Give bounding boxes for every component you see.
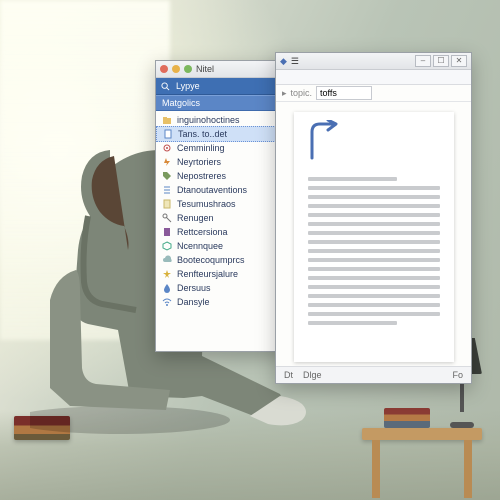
menubar[interactable]: [276, 70, 471, 85]
doc-icon: [163, 129, 173, 139]
key-icon: [162, 213, 172, 223]
list-item[interactable]: Tans. to..det: [156, 126, 286, 142]
file-explorer-window[interactable]: Nitel Lypye Matgolics inguinohoctines Tans…: [155, 60, 287, 352]
path-bar[interactable]: ▸ topic.: [276, 85, 471, 102]
scene: Nitel Lypye Matgolics inguinohoctines Tans…: [0, 0, 500, 500]
document-page[interactable]: [294, 112, 454, 362]
path-label: topic.: [291, 88, 313, 98]
item-label: Ncennquee: [177, 241, 223, 251]
close-icon[interactable]: [160, 65, 168, 73]
list-item[interactable]: Rettcersiona: [156, 225, 286, 239]
list-item[interactable]: Tesumushraos: [156, 197, 286, 211]
editor-window[interactable]: ◆ ☰ – ☐ ✕ ▸ topic.: [275, 52, 472, 384]
list-icon: [162, 185, 172, 195]
maximize-button[interactable]: ☐: [433, 55, 449, 67]
close-button[interactable]: ✕: [451, 55, 467, 67]
item-label: Tans. to..det: [178, 129, 227, 139]
list-item[interactable]: Renugen: [156, 211, 286, 225]
toolbar-label: Lypye: [176, 81, 200, 91]
item-label: Nepostreres: [177, 171, 226, 181]
maximize-icon[interactable]: [184, 65, 192, 73]
list-item[interactable]: Dersuus: [156, 281, 286, 295]
star-icon: [162, 269, 172, 279]
status-left: Dt: [284, 370, 293, 380]
document-body: [308, 172, 440, 330]
wifi-icon: [162, 297, 172, 307]
section-header[interactable]: Matgolics: [156, 95, 286, 111]
list-item[interactable]: Nepostreres: [156, 169, 286, 183]
list-item[interactable]: Dtanoutaventions: [156, 183, 286, 197]
tag-icon: [162, 171, 172, 181]
item-label: Cemminling: [177, 143, 225, 153]
item-label: Tesumushraos: [177, 199, 236, 209]
list-item[interactable]: Bootecoqumprcs: [156, 253, 286, 267]
item-label: Renugen: [177, 213, 214, 223]
list-item[interactable]: Renfteursjalure: [156, 267, 286, 281]
chevron-right-icon: ▸: [282, 88, 287, 99]
item-label: inguinohoctines: [177, 115, 240, 125]
list-item[interactable]: Ncennquee: [156, 239, 286, 253]
folder-icon: [162, 115, 172, 125]
explorer-toolbar[interactable]: Lypye: [156, 78, 286, 95]
explorer-body: Matgolics inguinohoctines Tans. to..det Cem…: [156, 95, 286, 311]
bolt-icon: [162, 157, 172, 167]
list-item[interactable]: Neyrtoriers: [156, 155, 286, 169]
table-leg: [464, 440, 472, 498]
item-label: Dersuus: [177, 283, 211, 293]
minimize-icon[interactable]: [172, 65, 180, 73]
books: [384, 408, 430, 428]
side-table: [362, 428, 482, 440]
item-label: Bootecoqumprcs: [177, 255, 245, 265]
gear-icon: [162, 143, 172, 153]
window-title: Nitel: [196, 64, 282, 74]
list-item[interactable]: Cemminling: [156, 141, 286, 155]
table-leg: [372, 440, 380, 498]
item-label: Neyrtoriers: [177, 157, 221, 167]
return-arrow-icon: [306, 120, 340, 162]
item-label: Rettcersiona: [177, 227, 228, 237]
book-icon: [162, 227, 172, 237]
status-bar: Dt Dlge Fo: [276, 366, 471, 383]
search-icon[interactable]: [161, 82, 170, 91]
minimize-button[interactable]: –: [415, 55, 431, 67]
item-label: Renfteursjalure: [177, 269, 238, 279]
menu-icon[interactable]: ☰: [291, 56, 299, 67]
note-icon: [162, 199, 172, 209]
app-icon: ◆: [280, 56, 287, 67]
path-input[interactable]: [316, 86, 372, 100]
drop-icon: [162, 283, 172, 293]
titlebar[interactable]: ◆ ☰ – ☐ ✕: [276, 53, 471, 70]
status-right: Fo: [452, 370, 463, 380]
cloud-icon: [162, 255, 172, 265]
item-label: Dtanoutaventions: [177, 185, 247, 195]
books: [14, 416, 70, 440]
status-mid: Dlge: [303, 370, 322, 380]
titlebar[interactable]: Nitel: [156, 61, 286, 78]
file-list: inguinohoctines Tans. to..det Cemminling Ne…: [156, 111, 286, 311]
item-label: Dansyle: [177, 297, 210, 307]
list-item[interactable]: Dansyle: [156, 295, 286, 309]
cube-icon: [162, 241, 172, 251]
list-item[interactable]: inguinohoctines: [156, 113, 286, 127]
